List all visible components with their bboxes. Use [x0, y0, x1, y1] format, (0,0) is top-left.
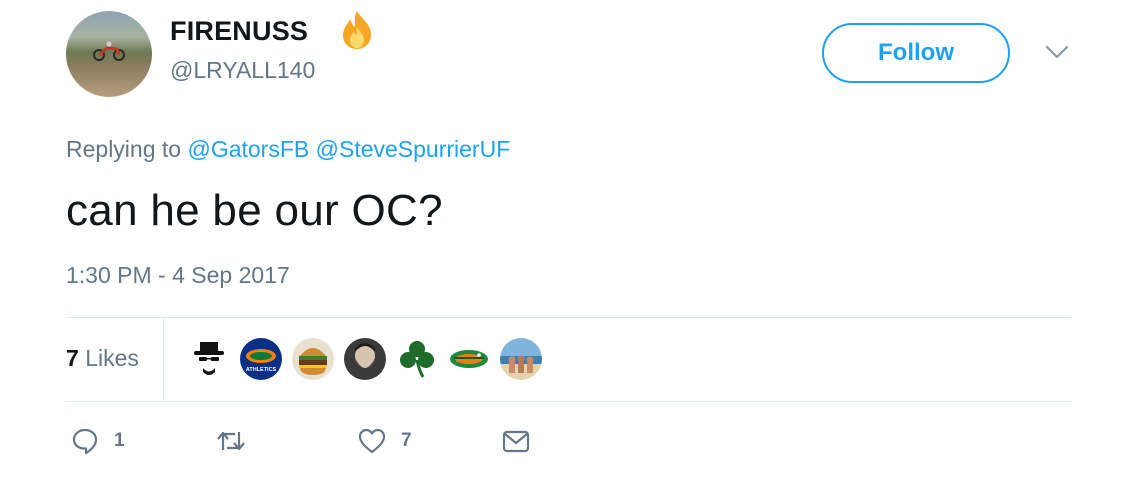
tweet-text: can he be our OC? [66, 186, 443, 235]
motocross-rider-graphic [93, 41, 125, 61]
like-action[interactable]: 7 [357, 424, 412, 458]
retweet-action[interactable] [215, 424, 261, 458]
replying-prefix: Replying to [66, 136, 182, 162]
tweet-timestamp[interactable]: 1:30 PM - 4 Sep 2017 [66, 262, 290, 289]
follow-button[interactable]: Follow [822, 23, 1010, 83]
reply-action[interactable]: 1 [70, 424, 125, 458]
direct-message-action[interactable] [501, 424, 531, 458]
burger-avatar[interactable] [292, 338, 334, 380]
direct-message-icon [502, 430, 530, 453]
reply-count: 1 [114, 430, 125, 451]
fire-emoji-icon [343, 11, 371, 49]
user-handle[interactable]: @LRYALL140 [170, 57, 315, 84]
divider-bottom [66, 401, 1072, 402]
likes-stat[interactable]: 7 Likes [66, 345, 139, 372]
gator-logo-avatar[interactable] [448, 338, 490, 380]
display-name[interactable]: FIRENUSS [170, 16, 308, 47]
replying-to-line: Replying to @GatorsFB @SteveSpurrierUF [66, 136, 510, 163]
likes-label: Likes [85, 345, 139, 371]
gators-athletics-text: ATHLETICS [246, 367, 277, 373]
heisenberg-avatar[interactable] [188, 338, 230, 380]
tweet-card: FIRENUSS @LRYALL140 Follow Replying to @… [0, 0, 1130, 504]
divider-top [66, 317, 1072, 318]
stats-divider [163, 318, 164, 400]
reply-icon [72, 428, 98, 455]
chevron-down-icon[interactable] [1044, 43, 1070, 61]
mention-gatorsfb[interactable]: @GatorsFB [187, 136, 309, 162]
bearded-man-avatar[interactable] [344, 338, 386, 380]
like-count: 7 [401, 430, 412, 451]
shamrock-avatar[interactable] [396, 338, 438, 380]
retweet-icon [217, 431, 245, 451]
mention-stevespurrieruf[interactable]: @SteveSpurrierUF [316, 136, 511, 162]
heart-icon [358, 428, 386, 454]
gators-athletics-avatar[interactable]: ATHLETICS [240, 338, 282, 380]
user-avatar[interactable] [66, 11, 152, 97]
beach-group-avatar[interactable] [500, 338, 542, 380]
likes-count: 7 [66, 345, 79, 371]
